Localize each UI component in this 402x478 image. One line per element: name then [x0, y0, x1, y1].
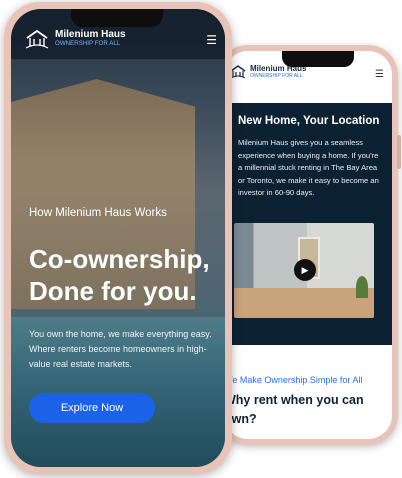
hero-headline-line-2: Done for you.	[29, 276, 197, 306]
back-notch	[282, 51, 354, 67]
front-brand-tagline: OWNERSHIP FOR ALL	[55, 40, 121, 47]
back-logo-text: Milenium Haus OWNERSHIP FOR ALL	[250, 65, 306, 80]
plant-illustration	[356, 276, 368, 298]
how-it-works-label: How Milenium Haus Works	[29, 207, 167, 219]
location-section: New Home, Your Location Milenium Haus gi…	[230, 103, 392, 345]
explore-now-button[interactable]: Explore Now	[29, 393, 155, 423]
house-logo-icon	[25, 29, 49, 49]
hamburger-icon[interactable]: ☰	[206, 33, 217, 47]
hero-headline-line-1: Co-ownership,	[29, 244, 210, 274]
front-logo[interactable]: Milenium Haus OWNERSHIP FOR ALL	[25, 29, 126, 49]
ownership-tagline: We Make Ownership Simple for All	[224, 375, 363, 385]
front-phone: Milenium Haus OWNERSHIP FOR ALL ☰ How Mi…	[4, 2, 232, 474]
section-body: Milenium Haus gives you a seamless exper…	[238, 138, 379, 197]
back-phone: Milenium Haus OWNERSHIP FOR ALL ☰ New Ho…	[218, 45, 401, 445]
video-thumbnail[interactable]: ▶	[234, 223, 374, 318]
front-notch	[71, 9, 163, 27]
side-button	[397, 135, 401, 169]
back-logo[interactable]: Milenium Haus OWNERSHIP FOR ALL	[230, 65, 306, 79]
front-logo-text: Milenium Haus OWNERSHIP FOR ALL	[55, 30, 126, 48]
hamburger-icon[interactable]: ☰	[375, 69, 384, 80]
play-icon[interactable]: ▶	[294, 259, 316, 281]
back-phone-screen: Milenium Haus OWNERSHIP FOR ALL ☰ New Ho…	[224, 51, 392, 439]
front-phone-screen: Milenium Haus OWNERSHIP FOR ALL ☰ How Mi…	[11, 9, 225, 467]
hero-headline: Co-ownership, Done for you.	[29, 243, 210, 307]
back-brand-tagline: OWNERSHIP FOR ALL	[250, 73, 303, 79]
section-title: New Home, Your Location	[238, 115, 380, 127]
front-brand-name: Milenium Haus	[55, 29, 126, 40]
house-logo-icon	[230, 65, 246, 79]
hero-body: You own the home, we make everything eas…	[29, 329, 212, 369]
why-rent-heading: Why rent when you can own?	[224, 393, 364, 426]
floor-illustration	[234, 288, 374, 318]
